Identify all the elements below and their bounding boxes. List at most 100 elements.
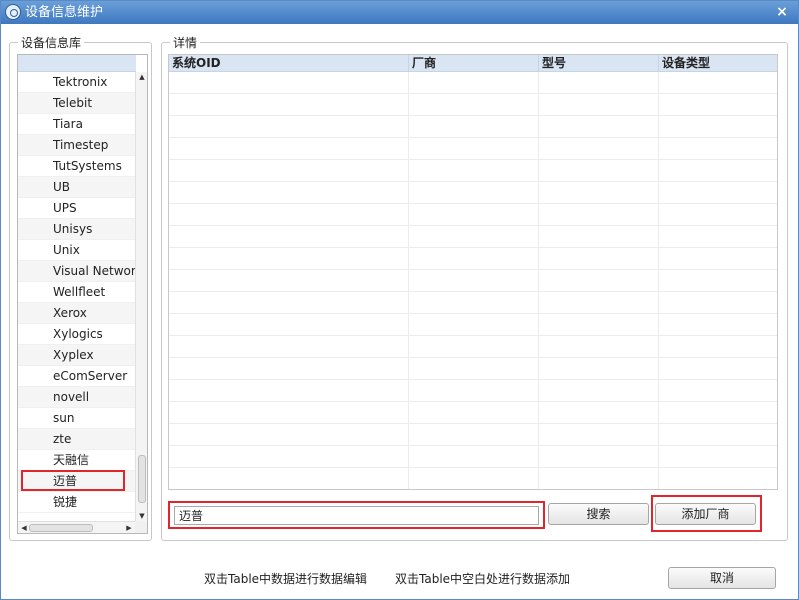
table-row[interactable] [169,226,777,248]
table-cell[interactable] [539,336,659,358]
table-row[interactable] [169,116,777,138]
list-item[interactable]: sun [18,408,136,429]
horizontal-scrollbar[interactable]: ◀ ▶ [18,521,147,533]
table-cell[interactable] [169,248,409,270]
table-cell[interactable] [409,138,539,160]
table-cell[interactable] [539,424,659,446]
horizontal-scroll-thumb[interactable] [29,524,93,532]
column-header-vendor[interactable]: 厂商 [409,55,539,72]
table-cell[interactable] [659,182,777,204]
table-cell[interactable] [539,402,659,424]
table-cell[interactable] [409,182,539,204]
table-cell[interactable] [659,424,777,446]
table-cell[interactable] [539,204,659,226]
scroll-up-icon[interactable]: ▲ [137,72,147,82]
list-item[interactable]: 锐捷 [18,492,136,513]
table-cell[interactable] [659,94,777,116]
table-cell[interactable] [539,358,659,380]
table-cell[interactable] [659,116,777,138]
column-header-device-type[interactable]: 设备类型 [659,55,777,72]
table-cell[interactable] [409,446,539,468]
table-row[interactable] [169,424,777,446]
table-cell[interactable] [409,72,539,94]
table-cell[interactable] [169,94,409,116]
table-cell[interactable] [539,248,659,270]
table-row[interactable] [169,138,777,160]
list-item[interactable]: Wellfleet [18,282,136,303]
list-item[interactable]: UPS [18,198,136,219]
list-item[interactable]: Unisys [18,219,136,240]
table-cell[interactable] [169,336,409,358]
table-cell[interactable] [539,468,659,489]
table-cell[interactable] [169,314,409,336]
list-item[interactable]: zte [18,429,136,450]
table-cell[interactable] [659,336,777,358]
list-item[interactable]: 天融信 [18,450,136,471]
title-bar[interactable]: 设备信息维护 × [1,1,798,24]
table-row[interactable] [169,204,777,226]
table-cell[interactable] [169,160,409,182]
column-header-oid[interactable]: 系统OID [169,55,409,72]
table-cell[interactable] [169,204,409,226]
table-cell[interactable] [659,358,777,380]
table-cell[interactable] [409,424,539,446]
table-cell[interactable] [659,160,777,182]
scroll-left-icon[interactable]: ◀ [19,523,29,533]
table-cell[interactable] [659,270,777,292]
table-row[interactable] [169,160,777,182]
scroll-down-icon[interactable]: ▼ [137,511,147,521]
table-cell[interactable] [169,402,409,424]
list-item[interactable]: Timestep [18,135,136,156]
table-cell[interactable] [409,468,539,489]
column-header-model[interactable]: 型号 [539,55,659,72]
table-cell[interactable] [659,226,777,248]
table-cell[interactable] [659,292,777,314]
table-cell[interactable] [409,160,539,182]
table-cell[interactable] [409,226,539,248]
table-cell[interactable] [169,182,409,204]
table-cell[interactable] [409,270,539,292]
table-row[interactable] [169,94,777,116]
table-cell[interactable] [539,270,659,292]
add-vendor-button[interactable]: 添加厂商 [655,503,756,525]
table-cell[interactable] [169,116,409,138]
table-cell[interactable] [539,160,659,182]
table-row[interactable] [169,358,777,380]
table-cell[interactable] [539,94,659,116]
table-cell[interactable] [169,468,409,489]
table-cell[interactable] [409,402,539,424]
table-cell[interactable] [659,314,777,336]
table-cell[interactable] [169,446,409,468]
table-cell[interactable] [539,116,659,138]
search-input[interactable] [174,506,539,525]
table-cell[interactable] [659,402,777,424]
table-row[interactable] [169,446,777,468]
table-cell[interactable] [409,336,539,358]
table-cell[interactable] [169,72,409,94]
table-cell[interactable] [539,446,659,468]
table-cell[interactable] [409,94,539,116]
table-cell[interactable] [659,446,777,468]
table-cell[interactable] [659,72,777,94]
table-row[interactable] [169,314,777,336]
table-row[interactable] [169,336,777,358]
table-cell[interactable] [169,270,409,292]
table-row[interactable] [169,270,777,292]
list-item[interactable]: Visual Networl [18,261,136,282]
table-cell[interactable] [409,204,539,226]
cancel-button[interactable]: 取消 [668,567,776,589]
list-item[interactable]: Telebit [18,93,136,114]
scroll-right-icon[interactable]: ▶ [124,523,134,533]
vertical-scrollbar[interactable]: ▲ ▼ [135,72,147,521]
list-item[interactable]: novell [18,387,136,408]
list-item[interactable]: Xerox [18,303,136,324]
table-cell[interactable] [169,138,409,160]
list-item[interactable]: UB [18,177,136,198]
table-cell[interactable] [659,468,777,489]
vendor-list[interactable]: Tektronix Telebit Tiara Timestep TutSystems U… [17,54,148,534]
list-item[interactable]: Xyplex [18,345,136,366]
table-cell[interactable] [539,380,659,402]
table-cell[interactable] [659,138,777,160]
table-cell[interactable] [169,226,409,248]
list-item[interactable]: Unix [18,240,136,261]
